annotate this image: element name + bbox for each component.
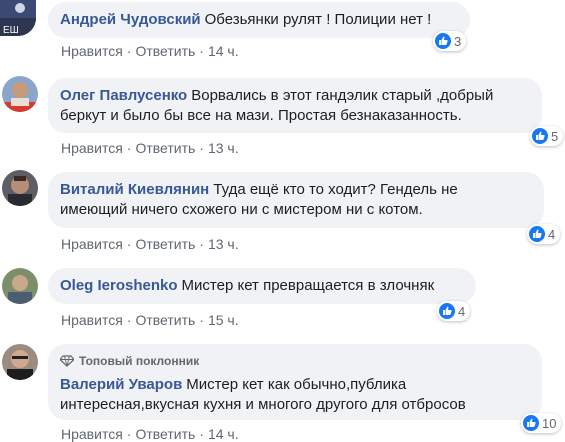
separator: · — [199, 140, 204, 156]
comment-bubble: Топовый поклонник Валерий Уваров Мистер к… — [48, 344, 542, 420]
comment: Виталий Киевлянин Туда ещё кто то ходит? … — [0, 168, 565, 260]
comment-text: Туда ещё кто то ходит? Гендель не — [213, 181, 458, 198]
comment-bubble: Виталий Киевлянин Туда ещё кто то ходит? … — [48, 172, 544, 228]
separator: · — [199, 426, 204, 442]
comment-actions: Нравится · Ответить · 14 ч. — [61, 426, 239, 442]
timestamp[interactable]: 14 ч. — [208, 43, 239, 59]
avatar[interactable] — [2, 344, 38, 380]
thumbs-up-icon — [523, 415, 539, 431]
separator: · — [199, 312, 204, 328]
comment: Олег Павлусенко Ворвались в этот гандэлик… — [0, 74, 565, 164]
comment-text: Мистер кет как обычно,публика — [186, 376, 407, 393]
reaction-count[interactable]: 4 — [437, 301, 471, 321]
thumbs-up-icon — [435, 33, 451, 49]
avatar[interactable] — [2, 170, 38, 206]
reply-link[interactable]: Ответить — [135, 236, 195, 252]
comment-bubble: Oleg Ieroshenko Мистер кет превращается в… — [48, 268, 476, 304]
comment-author[interactable]: Валерий Уваров — [60, 376, 182, 393]
separator: · — [126, 426, 132, 442]
comment: ЕШ Андрей Чудовский Обезьянки рулят ! Пол… — [0, 0, 565, 62]
comment-text: Обезьянки рулят ! Полиции нет ! — [204, 11, 432, 28]
reaction-count[interactable]: 3 — [433, 31, 467, 51]
separator: · — [199, 43, 204, 59]
comment-actions: Нравится · Ответить · 13 ч. — [61, 140, 239, 156]
svg-text:ЕШ: ЕШ — [3, 25, 19, 36]
comment-author[interactable]: Андрей Чудовский — [60, 11, 201, 28]
reaction-count[interactable]: 10 — [521, 413, 562, 433]
reply-link[interactable]: Ответить — [135, 140, 195, 156]
comment-bubble: Андрей Чудовский Обезьянки рулят ! Полици… — [48, 2, 470, 38]
comment-author[interactable]: Олег Павлусенко — [60, 87, 187, 104]
comment-text-line2: беркут и было бы все на мази. Простая бе… — [60, 107, 462, 124]
comment-author[interactable]: Oleg Ieroshenko — [60, 277, 178, 294]
thumbs-up-icon — [532, 128, 548, 144]
comment-bubble: Олег Павлусенко Ворвались в этот гандэлик… — [48, 78, 542, 133]
like-link[interactable]: Нравится — [61, 236, 123, 252]
reaction-number: 10 — [542, 415, 557, 431]
reply-link[interactable]: Ответить — [135, 426, 195, 442]
timestamp[interactable]: 14 ч. — [208, 426, 239, 442]
comment-text-line2: интересная,вкусная кухня и многого друго… — [60, 396, 466, 413]
comment-author[interactable]: Виталий Киевлянин — [60, 181, 209, 198]
comment-text: Ворвались в этот гандэлик старый ,добрый — [191, 87, 494, 104]
reaction-count[interactable]: 4 — [527, 224, 561, 244]
separator: · — [126, 236, 132, 252]
comment-text: Мистер кет превращается в злочняк — [181, 277, 435, 294]
reaction-number: 4 — [458, 303, 466, 319]
comment-actions: Нравится · Ответить · 15 ч. — [61, 312, 239, 328]
comment-actions: Нравится · Ответить · 13 ч. — [61, 236, 239, 252]
badge-label: Топовый поклонник — [79, 354, 200, 368]
thumbs-up-icon — [529, 226, 545, 242]
separator: · — [126, 312, 132, 328]
reaction-number: 4 — [548, 226, 556, 242]
avatar[interactable]: ЕШ — [0, 0, 36, 36]
top-fan-badge: Топовый поклонник — [60, 351, 530, 371]
reply-link[interactable]: Ответить — [135, 312, 195, 328]
timestamp[interactable]: 13 ч. — [208, 140, 239, 156]
reaction-count[interactable]: 5 — [530, 126, 564, 146]
comment: Топовый поклонник Валерий Уваров Мистер к… — [0, 340, 565, 442]
separator: · — [126, 43, 132, 59]
like-link[interactable]: Нравится — [61, 312, 123, 328]
thumbs-up-icon — [439, 303, 455, 319]
comment: Oleg Ieroshenko Мистер кет превращается в… — [0, 264, 565, 334]
avatar[interactable] — [2, 268, 38, 304]
separator: · — [199, 236, 204, 252]
reaction-number: 5 — [551, 128, 559, 144]
comment-text-line2: имеющий ничего схожего ни с мистером ни … — [60, 201, 423, 218]
reaction-number: 3 — [454, 33, 462, 49]
like-link[interactable]: Нравится — [61, 426, 123, 442]
avatar[interactable] — [2, 76, 38, 112]
timestamp[interactable]: 13 ч. — [208, 236, 239, 252]
separator: · — [126, 140, 132, 156]
timestamp[interactable]: 15 ч. — [208, 312, 239, 328]
comment-actions: Нравится · Ответить · 14 ч. — [61, 43, 239, 59]
reply-link[interactable]: Ответить — [135, 43, 195, 59]
diamond-icon — [60, 355, 74, 367]
like-link[interactable]: Нравится — [61, 140, 123, 156]
like-link[interactable]: Нравится — [61, 43, 123, 59]
